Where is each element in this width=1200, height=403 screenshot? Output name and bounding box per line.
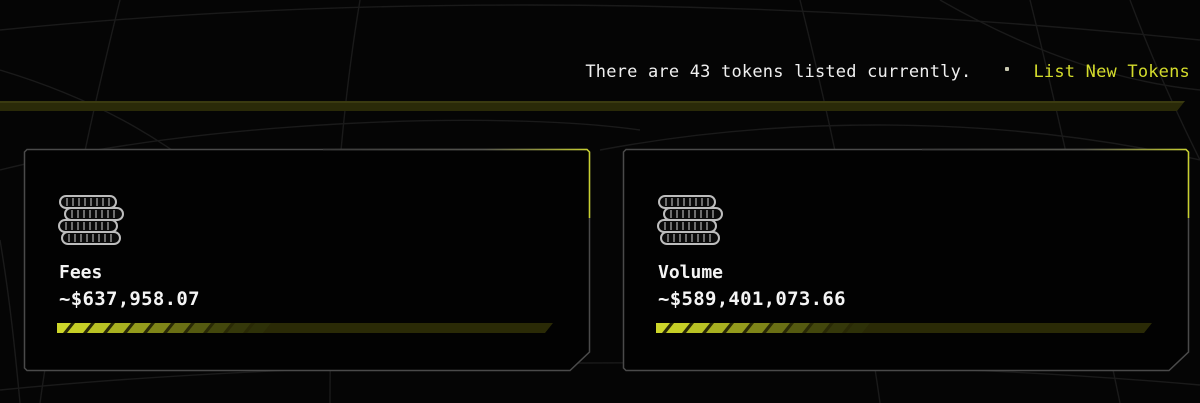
stat-label: Fees — [59, 262, 103, 283]
stat-value: ~$637,958.07 — [59, 288, 200, 310]
coin-stack-icon — [58, 195, 124, 245]
coin-stack-icon — [657, 195, 723, 245]
tokens-listed-status: There are 43 tokens listed currently. — [585, 62, 972, 82]
stat-label: Volume — [658, 262, 724, 283]
card-frame — [23, 148, 591, 372]
progress-bar — [656, 323, 1152, 333]
card-frame — [622, 148, 1190, 372]
stat-value: ~$589,401,073.66 — [658, 288, 846, 310]
accent-divider — [0, 101, 1185, 111]
token-stats-panel: There are 43 tokens listed currently. Li… — [0, 0, 1200, 403]
separator-dot — [1005, 67, 1010, 71]
volume-card: Volume ~$589,401,073.66 — [622, 148, 1190, 372]
fees-card: Fees ~$637,958.07 — [23, 148, 591, 372]
token-listing-bar: There are 43 tokens listed currently. Li… — [585, 60, 1190, 84]
list-new-tokens-link[interactable]: List New Tokens — [1033, 62, 1190, 82]
progress-bar — [57, 323, 553, 333]
